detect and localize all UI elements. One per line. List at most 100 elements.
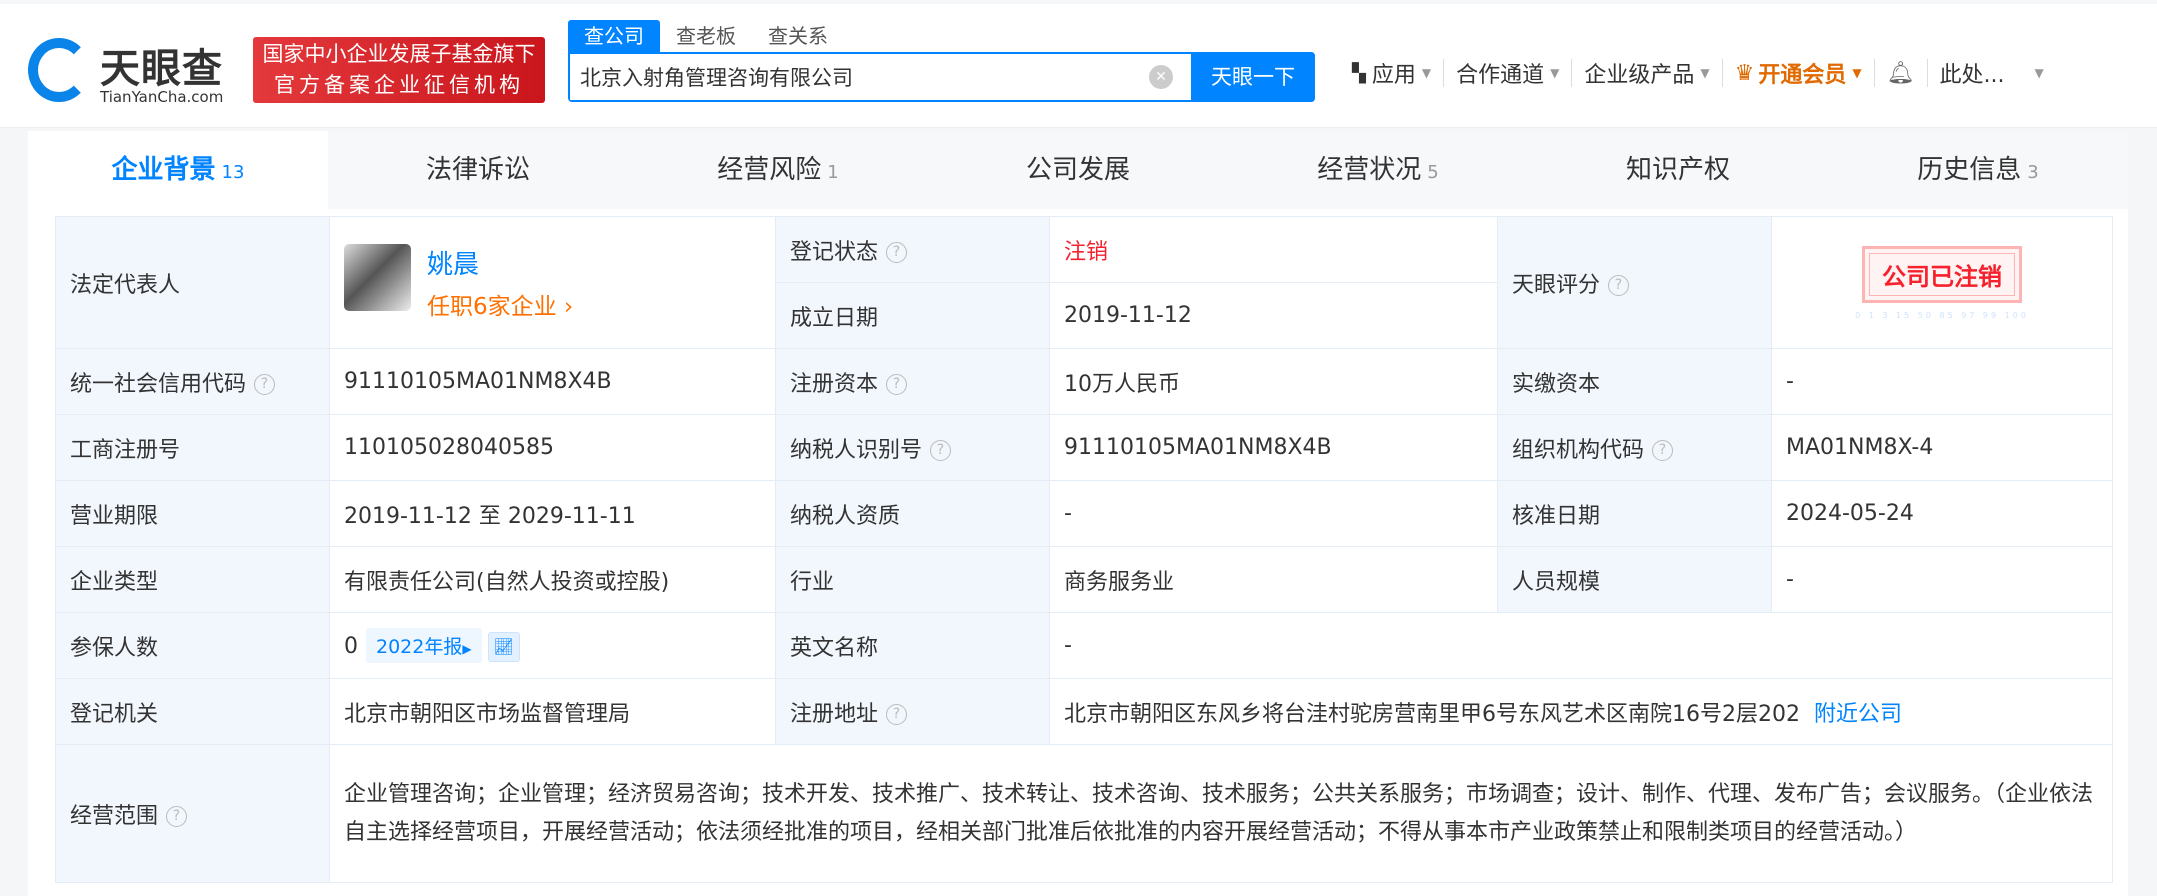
- nearby-companies-link[interactable]: 附近公司: [1814, 702, 1902, 727]
- help-icon[interactable]: ?: [930, 440, 952, 461]
- tab-ip[interactable]: 知识产权: [1528, 131, 1828, 209]
- tax-qual-label: 纳税人资质: [775, 480, 1050, 547]
- help-icon[interactable]: ?: [254, 374, 276, 395]
- search-tab-boss[interactable]: 查老板: [660, 20, 752, 52]
- help-icon[interactable]: ?: [1608, 275, 1630, 296]
- tab-history[interactable]: 历史信息 3: [1828, 131, 2128, 209]
- annual-report-button[interactable]: 2022年报▶: [366, 628, 482, 663]
- info-panel: 法定代表人 姚晨 任职6家企业 › 登记状态? 注销 天眼评分? 公司已注销 0…: [28, 209, 2128, 896]
- grid-icon: ▚: [1352, 62, 1366, 84]
- en-name-value: -: [1049, 612, 2113, 679]
- term-value: 2019-11-12 至 2029-11-11: [329, 480, 776, 547]
- caret-down-icon: ▼: [2034, 66, 2044, 80]
- logo-name: 天眼查: [100, 46, 223, 92]
- label-text: 注册资本: [790, 371, 879, 397]
- paid-capital-value: -: [1771, 348, 2113, 415]
- tab-risk[interactable]: 经营风险 1: [628, 131, 928, 209]
- tab-count: 3: [2027, 162, 2039, 183]
- scope-label: 经营范围?: [55, 744, 330, 883]
- biz-reg-no-label: 工商注册号: [55, 414, 330, 481]
- nav-label: 此处...: [1939, 63, 2005, 88]
- nav-vip[interactable]: ♛ 开通会员 ▼: [1723, 59, 1875, 88]
- nav-apps[interactable]: ▚ 应用 ▼: [1340, 59, 1445, 88]
- label-text: 天眼评分: [1512, 272, 1601, 298]
- org-code-value: MA01NM8X-4: [1771, 414, 2113, 481]
- report-label: 2022年报: [376, 636, 463, 658]
- reg-capital-label: 注册资本?: [775, 348, 1050, 415]
- taxpayer-id-value: 91110105MA01NM8X4B: [1049, 414, 1498, 481]
- credit-code-value: 91110105MA01NM8X4B: [329, 348, 776, 415]
- reg-capital-value: 10万人民币: [1049, 348, 1498, 415]
- address-cell: 北京市朝阳区东风乡将台洼村驼房营南里甲6号东风艺术区南院16号2层202 附近公…: [1049, 678, 2113, 745]
- paid-capital-label: 实缴资本: [1497, 348, 1772, 415]
- nav-partners[interactable]: 合作通道 ▼: [1444, 59, 1573, 88]
- staff-label: 人员规模: [1497, 546, 1772, 613]
- tab-count: 1: [827, 162, 839, 183]
- crown-icon: ♛: [1734, 60, 1755, 86]
- label-text: 注册地址: [790, 701, 879, 727]
- address-label: 注册地址?: [775, 678, 1050, 745]
- found-date-value: 2019-11-12: [1049, 282, 1498, 349]
- nav-enterprise[interactable]: 企业级产品 ▼: [1572, 59, 1723, 88]
- caret-down-icon: ▼: [1852, 66, 1862, 80]
- address-value: 北京市朝阳区东风乡将台洼村驼房营南里甲6号东风艺术区南院16号2层202: [1064, 701, 1800, 727]
- tab-count: 5: [1427, 162, 1439, 183]
- tab-background[interactable]: 企业背景 13: [28, 131, 328, 209]
- type-value: 有限责任公司(自然人投资或控股): [329, 546, 776, 613]
- logo-icon: [28, 38, 90, 102]
- tab-operation[interactable]: 经营状况 5: [1228, 131, 1528, 209]
- help-icon[interactable]: ?: [166, 806, 188, 827]
- logo-domain: TianYanCha.com: [100, 88, 224, 106]
- jobs-text: 任职6家企业: [427, 294, 557, 320]
- notification-bell[interactable]: 🔔︎: [1875, 59, 1928, 87]
- stamp-text: 公司已注销: [1869, 252, 2015, 296]
- authority-value: 北京市朝阳区市场监督管理局: [329, 678, 776, 745]
- help-icon[interactable]: ?: [886, 704, 908, 725]
- found-date-label: 成立日期: [775, 282, 1050, 349]
- help-icon[interactable]: ?: [886, 242, 908, 263]
- tab-development[interactable]: 公司发展: [928, 131, 1228, 209]
- industry-label: 行业: [775, 546, 1050, 613]
- search-button[interactable]: 天眼一下: [1191, 52, 1315, 102]
- credit-code-label: 统一社会信用代码?: [55, 348, 330, 415]
- caret-down-icon: ▼: [1700, 66, 1710, 80]
- trend-chart-icon[interactable]: 📈︎: [487, 632, 520, 662]
- help-icon[interactable]: ?: [1652, 440, 1674, 461]
- en-name-label: 英文名称: [775, 612, 1050, 679]
- chevron-right-icon: ›: [563, 294, 574, 320]
- help-icon[interactable]: ?: [886, 374, 908, 395]
- tab-label: 法律诉讼: [425, 155, 530, 185]
- tab-count: 13: [221, 162, 245, 183]
- search-input[interactable]: [570, 54, 1130, 100]
- staff-value: -: [1771, 546, 2113, 613]
- tax-qual-value: -: [1049, 480, 1498, 547]
- tab-label: 经营风险: [717, 155, 822, 185]
- biz-reg-no-value: 110105028040585: [329, 414, 776, 481]
- label-text: 纳税人识别号: [790, 437, 923, 463]
- taxpayer-id-label: 纳税人识别号?: [775, 414, 1050, 481]
- score-label: 天眼评分?: [1497, 216, 1772, 349]
- approve-date-value: 2024-05-24: [1771, 480, 2113, 547]
- section-tabs: 企业背景 13 法律诉讼 经营风险 1 公司发展 经营状况 5 知识产权 历史信息 3: [28, 131, 2128, 209]
- insured-value: 0: [344, 634, 358, 659]
- authority-label: 登记机关: [55, 678, 330, 745]
- cancelled-stamp: 公司已注销: [1862, 245, 2022, 303]
- reg-status-label: 登记状态?: [775, 216, 1050, 283]
- play-icon: ▶: [462, 642, 472, 656]
- search-tab-relation[interactable]: 查关系: [752, 20, 844, 52]
- term-label: 营业期限: [55, 480, 330, 547]
- logo[interactable]: 天眼查 TianYanCha.com: [28, 36, 238, 108]
- clear-icon[interactable]: ✕: [1149, 65, 1173, 89]
- label-text: 组织机构代码: [1512, 437, 1645, 463]
- tab-legal[interactable]: 法律诉讼: [328, 131, 628, 209]
- reg-status-value: 注销: [1049, 216, 1498, 283]
- tab-label: 公司发展: [1025, 155, 1130, 185]
- search-tab-company[interactable]: 查公司: [568, 20, 660, 52]
- org-code-label: 组织机构代码?: [1497, 414, 1772, 481]
- scope-value: 企业管理咨询；企业管理；经济贸易咨询；技术开发、技术推广、技术转让、技术咨询、技…: [329, 744, 2113, 883]
- avatar[interactable]: [344, 244, 411, 311]
- nav-label: 开通会员: [1758, 63, 1847, 88]
- nav-label: 企业级产品: [1584, 63, 1695, 88]
- company-info-table: 法定代表人 姚晨 任职6家企业 › 登记状态? 注销 天眼评分? 公司已注销 0…: [55, 216, 2113, 883]
- nav-user[interactable]: 此处... ▼: [1928, 59, 2056, 88]
